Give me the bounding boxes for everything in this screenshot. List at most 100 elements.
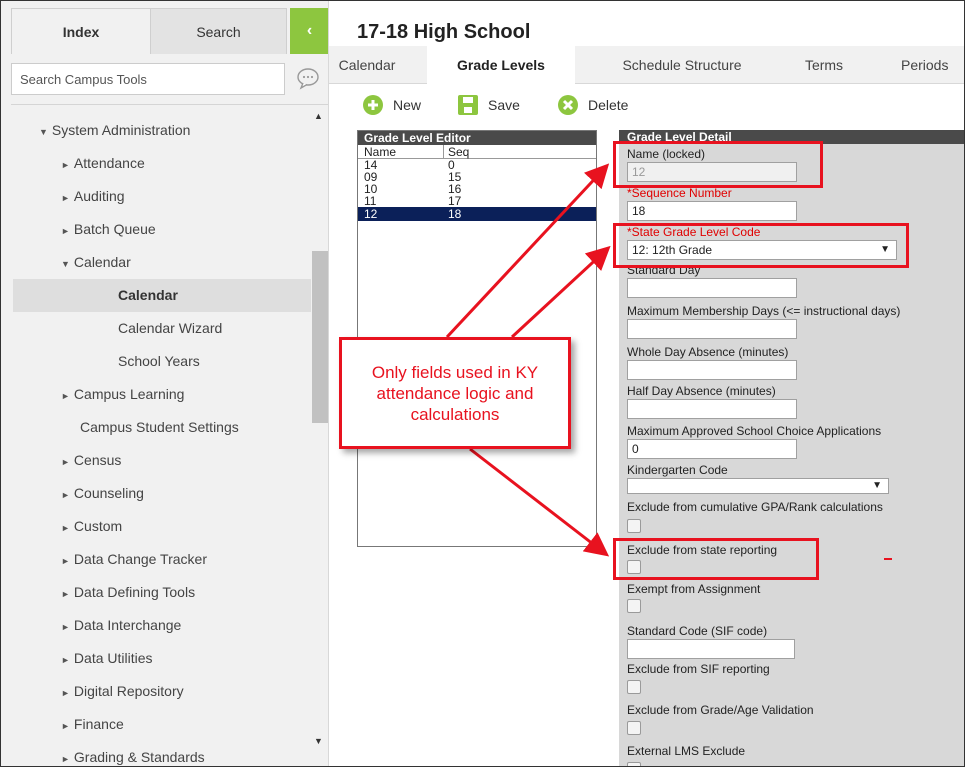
tree-item-data-utilities[interactable]: ► Data Utilities bbox=[61, 642, 153, 675]
tab-grade-levels[interactable]: Grade Levels bbox=[427, 46, 575, 85]
dropdown-arrow-icon: ▼ bbox=[872, 480, 882, 491]
tree-item-campus-learning[interactable]: ► Campus Learning bbox=[61, 378, 184, 411]
sequence-number-field[interactable]: 18 bbox=[627, 201, 797, 221]
exempt-from-assignment-label: Exempt from Assignment bbox=[627, 582, 761, 596]
tree-item-finance[interactable]: ► Finance bbox=[61, 708, 124, 741]
caret-right-icon: ► bbox=[61, 754, 70, 764]
tree-item-calendar-wizard[interactable]: Calendar Wizard bbox=[118, 312, 222, 345]
kindergarten-code-label: Kindergarten Code bbox=[627, 463, 728, 477]
editor-title: Grade Level Editor bbox=[358, 131, 596, 145]
tree-item-label: Calendar Wizard bbox=[118, 320, 223, 336]
exempt-from-assignment-checkbox[interactable] bbox=[627, 599, 641, 613]
tree-item-census[interactable]: ► Census bbox=[61, 444, 121, 477]
tree-item-auditing[interactable]: ► Auditing bbox=[61, 180, 125, 213]
tree-item-label: Finance bbox=[73, 716, 124, 732]
sidebar-scrollbar[interactable] bbox=[311, 105, 328, 766]
scrollbar-thumb[interactable] bbox=[312, 251, 328, 423]
caret-right-icon: ► bbox=[61, 556, 70, 566]
new-button-label: New bbox=[393, 97, 422, 113]
annotation-mark bbox=[884, 558, 892, 560]
exclude-grade-age-validation-checkbox[interactable] bbox=[627, 721, 641, 735]
editor-column-headers: Name Seq bbox=[358, 145, 596, 159]
exclude-sif-reporting-checkbox[interactable] bbox=[627, 680, 641, 694]
table-row[interactable]: 14 0 bbox=[358, 159, 596, 171]
tree-item-label: Batch Queue bbox=[73, 221, 156, 237]
save-button[interactable]: Save bbox=[457, 93, 520, 117]
half-day-absence-label: Half Day Absence (minutes) bbox=[627, 384, 776, 398]
kindergarten-code-select[interactable]: ▼ bbox=[627, 478, 889, 494]
caret-right-icon: ► bbox=[61, 721, 70, 731]
tree-item-attendance[interactable]: ► Attendance bbox=[61, 147, 145, 180]
table-row-selected[interactable]: 12 18 bbox=[358, 207, 596, 221]
scroll-up-icon[interactable]: ▲ bbox=[314, 111, 323, 121]
tree-item-digital-repository[interactable]: ► Digital Repository bbox=[61, 675, 184, 708]
caret-right-icon: ► bbox=[61, 622, 70, 632]
tree-item-campus-student-settings[interactable]: Campus Student Settings bbox=[80, 411, 239, 444]
save-button-label: Save bbox=[488, 97, 520, 113]
max-membership-days-field[interactable] bbox=[627, 319, 797, 339]
highlight-state-grade-level-code bbox=[613, 223, 909, 268]
cell-seq: 0 bbox=[448, 158, 455, 172]
delete-button[interactable]: Delete bbox=[557, 93, 628, 117]
new-button[interactable]: New bbox=[362, 93, 421, 117]
chat-bubble-icon[interactable] bbox=[295, 65, 321, 91]
tab-terms[interactable]: Terms bbox=[789, 46, 859, 84]
delete-icon bbox=[558, 95, 578, 115]
tab-periods[interactable]: Periods bbox=[889, 46, 964, 84]
table-row[interactable]: 09 15 bbox=[358, 171, 596, 183]
exclude-sif-reporting-label: Exclude from SIF reporting bbox=[627, 662, 770, 676]
exclude-grade-age-validation-label: Exclude from Grade/Age Validation bbox=[627, 703, 814, 717]
caret-right-icon: ► bbox=[61, 655, 70, 665]
tab-bar: Calendar Grade Levels Schedule Structure… bbox=[329, 46, 964, 85]
caret-right-icon: ► bbox=[61, 193, 70, 203]
tree-item-data-change-tracker[interactable]: ► Data Change Tracker bbox=[61, 543, 207, 576]
tree-item-batch-queue[interactable]: ► Batch Queue bbox=[61, 213, 156, 246]
tree-item-system-administration[interactable]: ▼ System Administration bbox=[39, 114, 190, 147]
cell-seq: 16 bbox=[448, 182, 462, 196]
column-header-seq[interactable]: Seq bbox=[444, 145, 594, 159]
tree-item-label: Data Defining Tools bbox=[73, 584, 196, 600]
table-row[interactable]: 11 17 bbox=[358, 195, 596, 207]
annotation-callout: Only fields used in KY attendance logic … bbox=[339, 337, 571, 449]
half-day-absence-field[interactable] bbox=[627, 399, 797, 419]
tab-index[interactable]: Index bbox=[11, 8, 151, 54]
tree-item-data-interchange[interactable]: ► Data Interchange bbox=[61, 609, 181, 642]
caret-right-icon: ► bbox=[61, 688, 70, 698]
tree-item-custom[interactable]: ► Custom bbox=[61, 510, 122, 543]
caret-down-icon: ▼ bbox=[61, 259, 70, 269]
column-header-name[interactable]: Name bbox=[358, 145, 444, 159]
collapse-sidebar-button[interactable]: ‹ bbox=[290, 8, 328, 54]
caret-right-icon: ► bbox=[61, 226, 70, 236]
tab-calendar[interactable]: Calendar bbox=[329, 46, 405, 84]
tree-item-calendar[interactable]: Calendar bbox=[13, 279, 311, 312]
caret-right-icon: ► bbox=[61, 523, 70, 533]
tab-search[interactable]: Search bbox=[151, 8, 287, 54]
tree-item-calendar-folder[interactable]: ▼ Calendar bbox=[61, 246, 131, 279]
tree-item-label: Calendar bbox=[73, 254, 131, 270]
tree-item-counseling[interactable]: ► Counseling bbox=[61, 477, 144, 510]
max-school-choice-field[interactable]: 0 bbox=[627, 439, 797, 459]
standard-day-field[interactable] bbox=[627, 278, 797, 298]
caret-right-icon: ► bbox=[61, 391, 70, 401]
tree-item-label: Calendar bbox=[118, 287, 178, 303]
max-school-choice-label: Maximum Approved School Choice Applicati… bbox=[627, 424, 882, 438]
search-campus-tools-input[interactable] bbox=[11, 63, 285, 95]
tree-item-label: Digital Repository bbox=[73, 683, 184, 699]
tab-schedule-structure[interactable]: Schedule Structure bbox=[607, 46, 757, 84]
max-membership-days-label: Maximum Membership Days (<= instructiona… bbox=[627, 304, 901, 318]
whole-day-absence-field[interactable] bbox=[627, 360, 797, 380]
table-row[interactable]: 10 16 bbox=[358, 183, 596, 195]
tree-item-school-years[interactable]: School Years bbox=[118, 345, 200, 378]
tool-tree: ▼ System Administration ► Attendance ► Audi… bbox=[1, 105, 311, 766]
tree-item-grading-standards[interactable]: ► Grading & Standards bbox=[61, 741, 205, 766]
exclude-gpa-checkbox[interactable] bbox=[627, 519, 641, 533]
standard-code-field[interactable] bbox=[627, 639, 795, 659]
external-lms-exclude-checkbox[interactable] bbox=[627, 762, 641, 766]
tree-item-data-defining-tools[interactable]: ► Data Defining Tools bbox=[61, 576, 195, 609]
tree-item-label: Data Interchange bbox=[73, 617, 182, 633]
scroll-down-icon[interactable]: ▼ bbox=[314, 736, 323, 746]
delete-button-label: Delete bbox=[588, 97, 629, 113]
caret-down-icon: ▼ bbox=[39, 127, 48, 137]
tree-item-label: Auditing bbox=[73, 188, 125, 204]
cell-seq: 15 bbox=[448, 170, 462, 184]
